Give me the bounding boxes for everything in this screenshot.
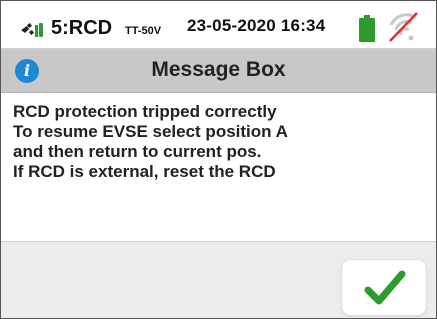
plug-icon — [21, 23, 43, 37]
ok-button[interactable] — [341, 259, 427, 316]
system-label: TT-50V — [125, 25, 162, 37]
wifi-disabled-icon — [389, 12, 418, 42]
message-box-titlebar: i Message Box — [1, 50, 436, 93]
check-icon — [364, 270, 406, 305]
dialog-title: Message Box — [151, 58, 286, 81]
message-body: RCD protection tripped correctly To resu… — [1, 93, 436, 242]
status-bar: 5:RCD TT-50V 23-05-2020 16:34 — [1, 1, 436, 50]
message-line: If RCD is external, reset the RCD — [13, 162, 276, 181]
message-line: To resume EVSE select position A — [13, 122, 288, 141]
mode-label: 5:RCD — [51, 17, 113, 39]
message-line: and then return to current pos. — [13, 142, 262, 161]
battery-icon — [359, 15, 375, 42]
message-line: RCD protection tripped correctly — [13, 102, 277, 121]
instrument-screen: 5:RCD TT-50V 23-05-2020 16:34 i Message … — [0, 0, 437, 319]
datetime: 23-05-2020 16:34 — [187, 16, 326, 35]
dialog-footer — [1, 242, 436, 318]
